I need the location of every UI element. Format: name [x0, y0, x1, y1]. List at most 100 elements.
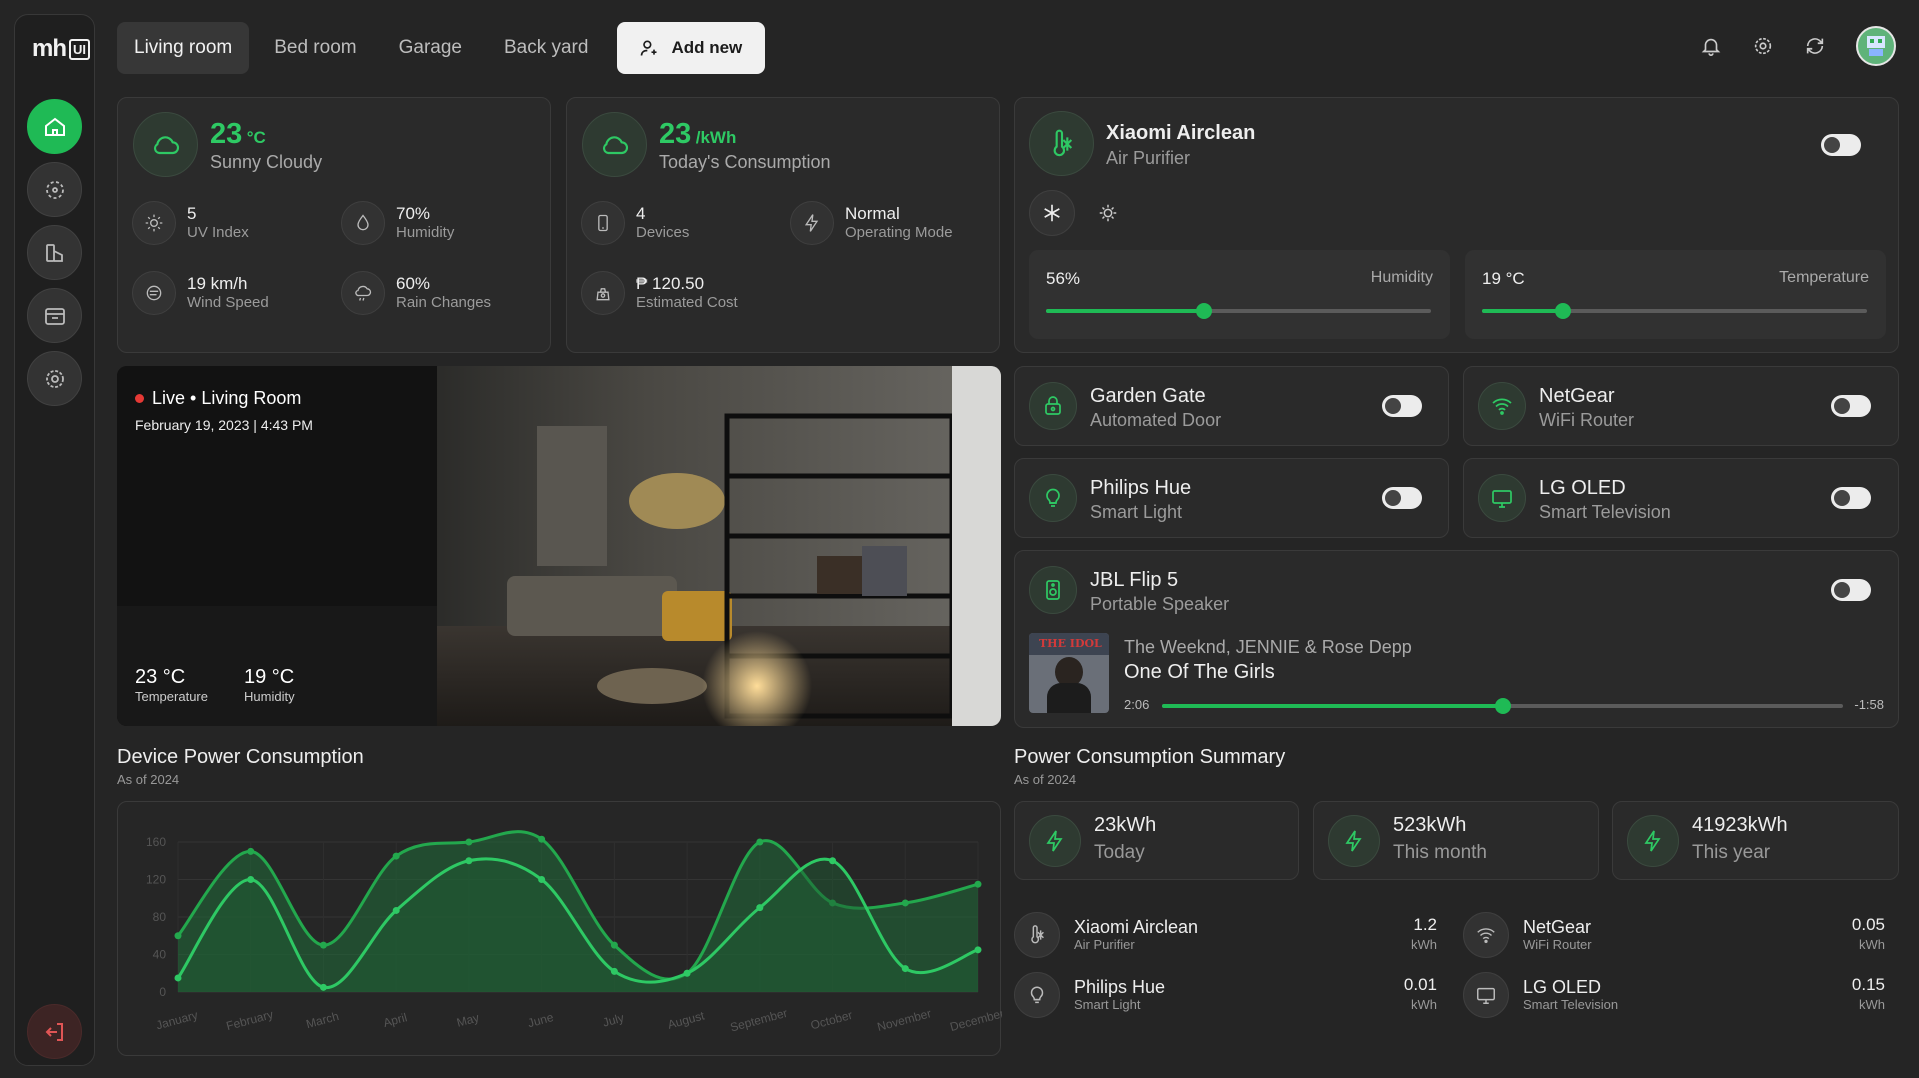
sync-icon[interactable] [1804, 35, 1826, 57]
cost-stat: ₱ 120.50 Estimated Cost [581, 271, 738, 315]
nav-settings-button[interactable] [27, 351, 82, 406]
tab-bed-room[interactable]: Bed room [257, 22, 373, 74]
summary-row-amount: 1.2 [1413, 915, 1437, 934]
chart-xtick-label: May [455, 1010, 481, 1029]
device-name: NetGear [1539, 385, 1615, 407]
bell-icon[interactable] [1700, 35, 1722, 57]
devices-stat: 4 Devices [581, 201, 689, 245]
snowflake-icon [1044, 204, 1060, 222]
weather-desc: Sunny Cloudy [210, 152, 323, 172]
summary-card-year: 41923kWh This year [1612, 801, 1899, 880]
chart-xtick-label: March [305, 1009, 341, 1031]
bulb-icon [1046, 488, 1060, 507]
device-icon-badge [1478, 382, 1526, 430]
chart-point [465, 838, 473, 846]
add-new-button[interactable]: Add new [617, 22, 766, 74]
summary-row-value: 0.15 kWh [1852, 975, 1885, 1015]
live-indicator: Live • Living Room [135, 388, 301, 409]
chart-subtitle: As of 2024 [117, 772, 180, 787]
live-dot-icon [135, 394, 144, 403]
track-progress-fill [1162, 704, 1503, 708]
summary-label: This month [1393, 842, 1487, 863]
summary-value: 41923kWh [1692, 814, 1788, 836]
chart-xtick-label: August [666, 1008, 706, 1031]
app-logo: mh UI [32, 35, 90, 63]
uv-label: UV Index [187, 224, 249, 241]
fan-mode-button[interactable] [1029, 190, 1075, 236]
purifier-humidity-value: 56% [1046, 269, 1081, 288]
nav-home-button[interactable] [27, 99, 82, 154]
bulb-icon [1014, 972, 1060, 1018]
wind-value: 19 km/h [187, 274, 248, 293]
tab-living-room[interactable]: Living room [117, 22, 250, 74]
chart-point [901, 965, 909, 973]
summary-row-amount: 0.01 [1403, 975, 1437, 994]
chart-xtick-label: April [382, 1010, 409, 1030]
summary-row-name: Xiaomi Airclean [1074, 917, 1199, 937]
camera-feed[interactable]: Live • Living Room February 19, 2023 | 4… [117, 366, 1001, 726]
garden-gate-toggle[interactable] [1382, 395, 1422, 417]
live-label: Live • Living Room [152, 388, 302, 408]
track-progress[interactable] [1162, 698, 1843, 714]
summary-subtitle: As of 2024 [1014, 772, 1077, 787]
tab-back-yard[interactable]: Back yard [487, 22, 605, 74]
nav-analytics-button[interactable] [27, 225, 82, 280]
logout-button[interactable] [27, 1004, 82, 1059]
device-icon-badge [1478, 474, 1526, 522]
bolt-icon [790, 201, 834, 245]
sidebar: mh UI [14, 14, 95, 1066]
temperature-slider[interactable] [1482, 303, 1867, 319]
chart-point [683, 969, 691, 977]
humidity-control: 56% Humidity [1029, 250, 1450, 339]
sun-mode-button[interactable] [1085, 190, 1131, 236]
lock-icon [1045, 396, 1061, 415]
mode-label: Operating Mode [845, 224, 953, 241]
device-card-philips-hue: Philips Hue Smart Light [1014, 458, 1449, 538]
humidity-slider-knob[interactable] [1195, 303, 1212, 319]
device-type: Smart Light [1090, 502, 1183, 522]
track-progress-knob[interactable] [1494, 698, 1511, 714]
camera-humidity: 19 °C Humidity [244, 666, 295, 704]
chart-ytick-label: 0 [159, 985, 166, 999]
avatar[interactable] [1856, 26, 1896, 66]
camera-temp-value: 23 °C [135, 666, 186, 688]
wind-label: Wind Speed [187, 294, 269, 311]
rain-label: Rain Changes [396, 294, 492, 311]
chart-point [247, 876, 255, 883]
lg-oled-toggle[interactable] [1831, 487, 1871, 509]
nav-scan-button[interactable] [27, 162, 82, 217]
tab-garage[interactable]: Garage [382, 22, 479, 74]
chart-point [319, 983, 327, 991]
chart-xtick-label: July [601, 1011, 625, 1030]
add-new-label: Add new [671, 38, 743, 57]
nav-inbox-button[interactable] [27, 288, 82, 343]
device-name: LG OLED [1539, 477, 1626, 499]
humidity-slider[interactable] [1046, 303, 1431, 319]
chart-point [174, 974, 182, 982]
rain-value: 60% [396, 274, 431, 293]
camera-date: February 19, 2023 | 4:43 PM [135, 417, 313, 433]
chart-xtick-label: October [809, 1008, 854, 1033]
mode-stat: Normal Operating Mode [790, 201, 953, 245]
summary-row-unit: kWh [1411, 937, 1437, 952]
settings-icon[interactable] [1752, 35, 1774, 57]
speaker-toggle[interactable] [1831, 579, 1871, 601]
purifier-toggle[interactable] [1821, 134, 1861, 156]
monitor-icon [1463, 972, 1509, 1018]
weather-unit: °C [246, 128, 266, 147]
summary-card-month: 523kWh This month [1313, 801, 1599, 880]
avatar-pixel-icon [1867, 36, 1885, 56]
temperature-slider-knob[interactable] [1554, 303, 1571, 319]
weather-card: 23 °C Sunny Cloudy 5 UV Index 70% Humidity… [117, 97, 551, 353]
gear-icon [45, 369, 64, 388]
philips-hue-toggle[interactable] [1382, 487, 1422, 509]
camera-hum-value: 19 °C [244, 666, 295, 688]
chart-ytick-label: 40 [153, 948, 167, 962]
chart-xtick-label: November [876, 1006, 933, 1034]
summary-row-netgear: NetGear WiFi Router 0.05 kWh [1463, 912, 1885, 958]
chart-xtick-label: December [948, 1006, 1002, 1034]
cost-value: ₱ 120.50 [636, 274, 705, 293]
netgear-toggle[interactable] [1831, 395, 1871, 417]
humidity-stat: 70% Humidity [341, 201, 454, 245]
chart-title: Device Power Consumption [117, 746, 364, 768]
